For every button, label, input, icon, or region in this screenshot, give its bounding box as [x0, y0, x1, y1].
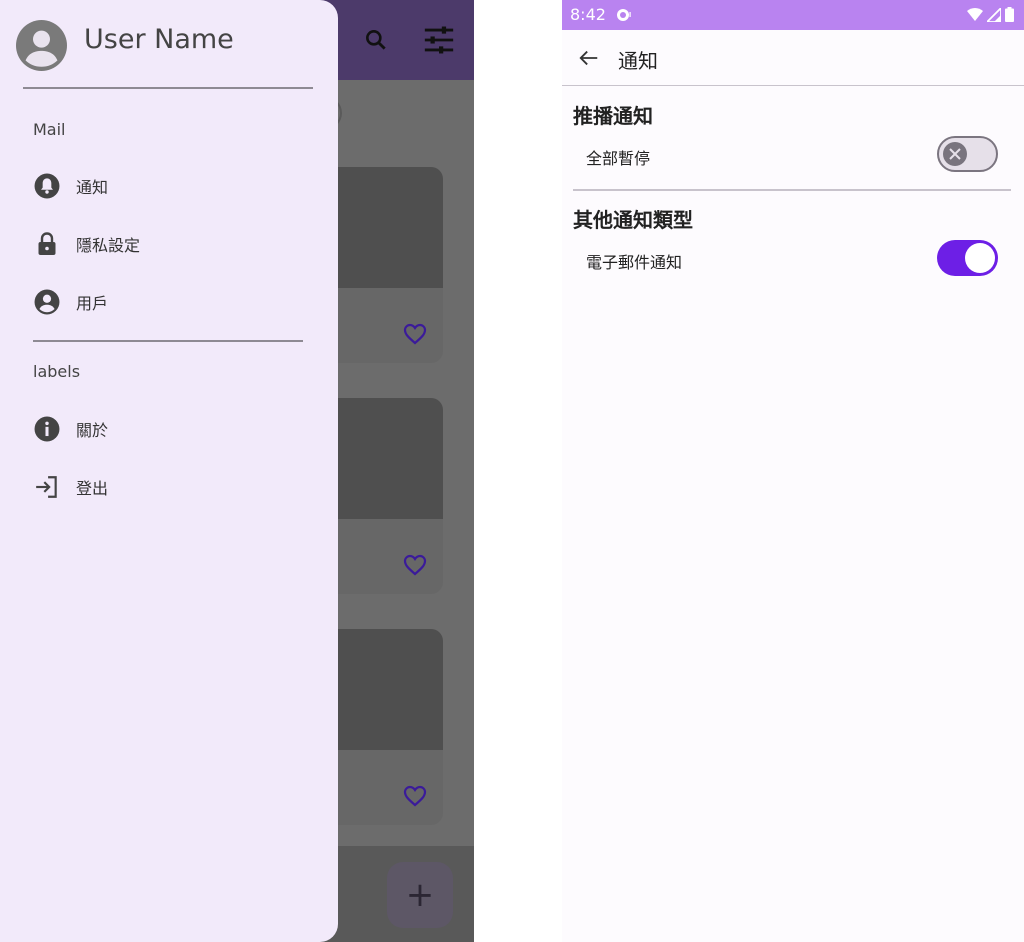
- switch-thumb: [965, 243, 995, 273]
- close-icon: [949, 148, 961, 160]
- setting-label-email: 電子郵件通知: [586, 253, 683, 272]
- lock-icon: [38, 232, 56, 255]
- drawer-item-label: 登出: [76, 479, 109, 498]
- battery-icon: [1005, 7, 1014, 22]
- divider: [573, 189, 1011, 191]
- drawer-item-label: 通知: [76, 178, 109, 197]
- wifi-icon: [967, 7, 983, 21]
- search-icon: [366, 30, 386, 50]
- right-phone: 8:42 通知 推播通知 全部暫停 其他通知類型 電子郵件通知: [562, 0, 1024, 942]
- navigation-drawer: User Name Mail 通知 隱私設定 用戶 labels 關於 登出: [0, 0, 338, 942]
- setting-label-pause-all: 全部暫停: [586, 149, 651, 168]
- divider: [562, 85, 1024, 86]
- page-title: 通知: [618, 49, 658, 73]
- back-arrow-icon[interactable]: [578, 47, 600, 69]
- add-fab-button[interactable]: +: [387, 862, 453, 928]
- bell-icon: [34, 173, 60, 199]
- section-label-mail: Mail: [33, 120, 66, 139]
- info-icon: [34, 416, 60, 442]
- section-title-push: 推播通知: [573, 104, 653, 128]
- user-name: User Name: [84, 24, 234, 55]
- left-phone: + User Name Mail 通知 隱私設定 用戶 labels 關於 登出: [0, 0, 474, 942]
- account-icon: [34, 289, 60, 315]
- drawer-item-label: 用戶: [76, 294, 109, 313]
- drawer-item-label: 關於: [76, 421, 109, 440]
- heart-icon[interactable]: [403, 785, 427, 807]
- drawer-item-logout[interactable]: 登出: [22, 465, 312, 509]
- search-button[interactable]: [358, 22, 394, 58]
- top-app-bar: 通知: [562, 30, 1024, 86]
- drawer-item-privacy[interactable]: 隱私設定: [22, 222, 312, 266]
- chat-notification-icon: [617, 9, 631, 21]
- filter-button[interactable]: [421, 22, 457, 58]
- drawer-item-label: 隱私設定: [76, 236, 141, 255]
- divider: [23, 87, 313, 89]
- plus-icon: +: [405, 875, 435, 915]
- logout-icon: [36, 476, 57, 498]
- screenshot-stage: + User Name Mail 通知 隱私設定 用戶 labels 關於 登出…: [0, 0, 1024, 942]
- drawer-item-about[interactable]: 關於: [22, 407, 312, 451]
- drawer-item-account[interactable]: 用戶: [22, 280, 312, 324]
- section-title-other: 其他通知類型: [573, 208, 693, 232]
- drawer-item-notifications[interactable]: 通知: [22, 164, 312, 208]
- switch-thumb: [943, 142, 967, 166]
- signal-icon: [987, 7, 1001, 22]
- tune-icon: [424, 26, 454, 54]
- email-notification-switch[interactable]: [937, 240, 998, 276]
- status-bar: 8:42: [562, 0, 1024, 30]
- heart-icon[interactable]: [403, 323, 427, 345]
- status-time: 8:42: [570, 5, 606, 24]
- pause-all-switch[interactable]: [937, 136, 998, 172]
- avatar[interactable]: [16, 20, 67, 71]
- divider: [33, 340, 303, 342]
- section-label-labels: labels: [33, 362, 81, 381]
- heart-icon[interactable]: [403, 554, 427, 576]
